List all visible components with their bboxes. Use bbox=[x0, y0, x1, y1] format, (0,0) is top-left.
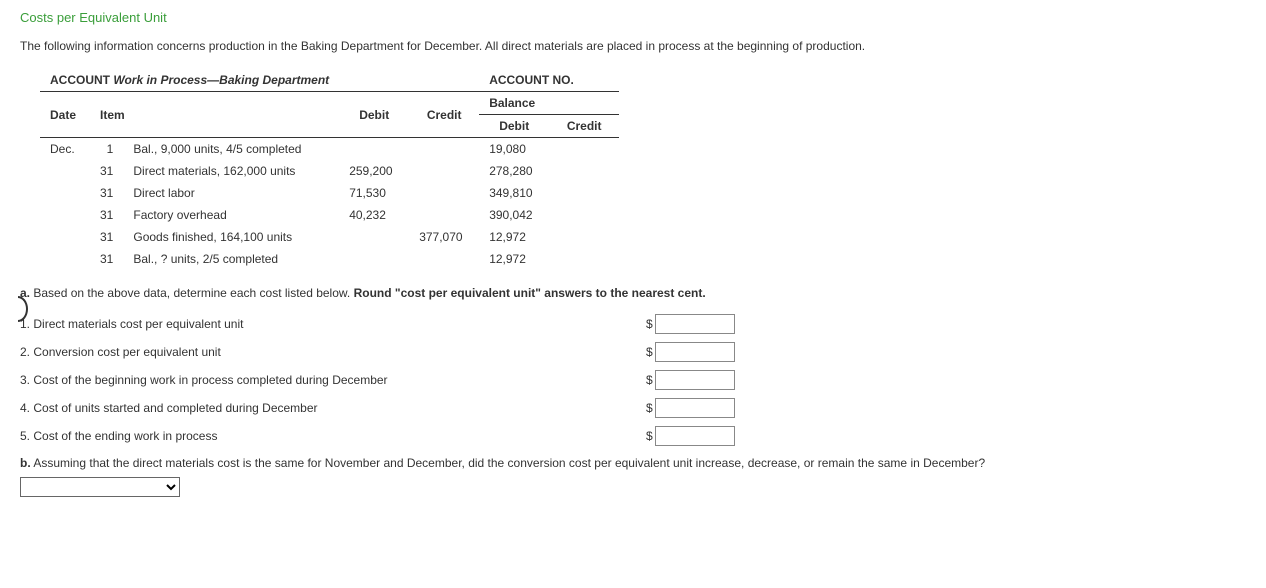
cell-balance-debit: 12,972 bbox=[479, 226, 549, 248]
cell-credit bbox=[409, 248, 479, 270]
part-b-answer-select[interactable] bbox=[20, 477, 180, 497]
table-row: 31 Direct materials, 162,000 units 259,2… bbox=[40, 160, 619, 182]
cell-balance-debit: 19,080 bbox=[479, 138, 549, 161]
answer-label-text: Direct materials cost per equivalent uni… bbox=[33, 317, 243, 331]
cell-balance-credit bbox=[549, 204, 619, 226]
answer-row-5: 5. Cost of the ending work in process $ bbox=[20, 426, 1246, 446]
answer-row-2: 2. Conversion cost per equivalent unit $ bbox=[20, 342, 1246, 362]
cell-debit bbox=[339, 138, 409, 161]
cell-date bbox=[40, 226, 90, 248]
cell-day: 31 bbox=[90, 226, 123, 248]
answer-label-text: Cost of units started and completed duri… bbox=[33, 401, 317, 415]
cell-date bbox=[40, 204, 90, 226]
col-header-credit: Credit bbox=[409, 92, 479, 138]
cell-credit bbox=[409, 182, 479, 204]
cell-debit bbox=[339, 226, 409, 248]
col-header-date: Date bbox=[40, 92, 90, 138]
account-no-label: ACCOUNT NO. bbox=[479, 69, 619, 92]
cell-item: Goods finished, 164,100 units bbox=[123, 226, 339, 248]
cell-item: Direct labor bbox=[123, 182, 339, 204]
part-b-question: b. Assuming that the direct materials co… bbox=[20, 454, 1246, 473]
account-name: Work in Process—Baking Department bbox=[113, 73, 329, 87]
cell-credit bbox=[409, 160, 479, 182]
dollar-sign: $ bbox=[646, 373, 653, 387]
account-label-cell: ACCOUNT Work in Process—Baking Departmen… bbox=[40, 69, 339, 92]
dollar-sign: $ bbox=[646, 317, 653, 331]
cell-credit: 377,070 bbox=[409, 226, 479, 248]
cell-balance-debit: 390,042 bbox=[479, 204, 549, 226]
dollar-sign: $ bbox=[646, 401, 653, 415]
cell-item: Bal., ? units, 2/5 completed bbox=[123, 248, 339, 270]
part-a-question: a. Based on the above data, determine ea… bbox=[20, 284, 1246, 302]
cell-debit bbox=[339, 248, 409, 270]
part-b-text: Assuming that the direct materials cost … bbox=[33, 456, 985, 470]
cell-debit: 259,200 bbox=[339, 160, 409, 182]
part-b-label: b. bbox=[20, 456, 31, 470]
cell-debit: 40,232 bbox=[339, 204, 409, 226]
cell-date bbox=[40, 182, 90, 204]
cell-balance-credit bbox=[549, 182, 619, 204]
cell-item: Direct materials, 162,000 units bbox=[123, 160, 339, 182]
ending-wip-cost-input[interactable] bbox=[655, 426, 735, 446]
col-header-balance-credit: Credit bbox=[549, 115, 619, 138]
cell-debit: 71,530 bbox=[339, 182, 409, 204]
cell-date bbox=[40, 248, 90, 270]
dollar-sign: $ bbox=[646, 429, 653, 443]
cell-credit bbox=[409, 204, 479, 226]
account-ledger-table: ACCOUNT Work in Process—Baking Departmen… bbox=[40, 69, 619, 270]
col-header-item: Item bbox=[90, 92, 339, 138]
cell-day: 31 bbox=[90, 182, 123, 204]
table-row: 31 Bal., ? units, 2/5 completed 12,972 bbox=[40, 248, 619, 270]
cell-balance-debit: 349,810 bbox=[479, 182, 549, 204]
cell-item: Bal., 9,000 units, 4/5 completed bbox=[123, 138, 339, 161]
answer-row-1: 1. Direct materials cost per equivalent … bbox=[20, 314, 1246, 334]
cell-date: Dec. bbox=[40, 138, 90, 161]
table-row: Dec. 1 Bal., 9,000 units, 4/5 completed … bbox=[40, 138, 619, 161]
cell-day: 31 bbox=[90, 160, 123, 182]
cell-balance-credit bbox=[549, 248, 619, 270]
cell-balance-debit: 12,972 bbox=[479, 248, 549, 270]
answer-label-text: Conversion cost per equivalent unit bbox=[33, 345, 220, 359]
cell-day: 31 bbox=[90, 204, 123, 226]
cell-day: 1 bbox=[90, 138, 123, 161]
table-row: 31 Goods finished, 164,100 units 377,070… bbox=[40, 226, 619, 248]
cell-item: Factory overhead bbox=[123, 204, 339, 226]
started-completed-cost-input[interactable] bbox=[655, 398, 735, 418]
cell-credit bbox=[409, 138, 479, 161]
answer-num: 5. bbox=[20, 429, 30, 443]
cell-date bbox=[40, 160, 90, 182]
col-header-balance-debit: Debit bbox=[479, 115, 549, 138]
answer-num: 3. bbox=[20, 373, 30, 387]
decorative-edge-curve bbox=[8, 296, 28, 322]
conversion-cost-per-eu-input[interactable] bbox=[655, 342, 735, 362]
answers-block: 1. Direct materials cost per equivalent … bbox=[20, 314, 1246, 446]
col-header-debit: Debit bbox=[339, 92, 409, 138]
cell-balance-credit bbox=[549, 160, 619, 182]
cell-balance-credit bbox=[549, 226, 619, 248]
table-row: 31 Factory overhead 40,232 390,042 bbox=[40, 204, 619, 226]
answer-num: 2. bbox=[20, 345, 30, 359]
cell-balance-debit: 278,280 bbox=[479, 160, 549, 182]
col-header-balance: Balance bbox=[479, 92, 619, 115]
dollar-sign: $ bbox=[646, 345, 653, 359]
table-row: 31 Direct labor 71,530 349,810 bbox=[40, 182, 619, 204]
dm-cost-per-eu-input[interactable] bbox=[655, 314, 735, 334]
answer-num: 4. bbox=[20, 401, 30, 415]
page-title: Costs per Equivalent Unit bbox=[20, 10, 1246, 25]
cell-balance-credit bbox=[549, 138, 619, 161]
part-a-bold: Round "cost per equivalent unit" answers… bbox=[354, 286, 706, 300]
answer-row-4: 4. Cost of units started and completed d… bbox=[20, 398, 1246, 418]
answer-label-text: Cost of the ending work in process bbox=[33, 429, 217, 443]
answer-label-text: Cost of the beginning work in process co… bbox=[33, 373, 387, 387]
cell-day: 31 bbox=[90, 248, 123, 270]
beginning-wip-cost-input[interactable] bbox=[655, 370, 735, 390]
account-label: ACCOUNT bbox=[50, 73, 110, 87]
part-a-text-before: Based on the above data, determine each … bbox=[33, 286, 353, 300]
intro-text: The following information concerns produ… bbox=[20, 37, 1246, 55]
answer-row-3: 3. Cost of the beginning work in process… bbox=[20, 370, 1246, 390]
